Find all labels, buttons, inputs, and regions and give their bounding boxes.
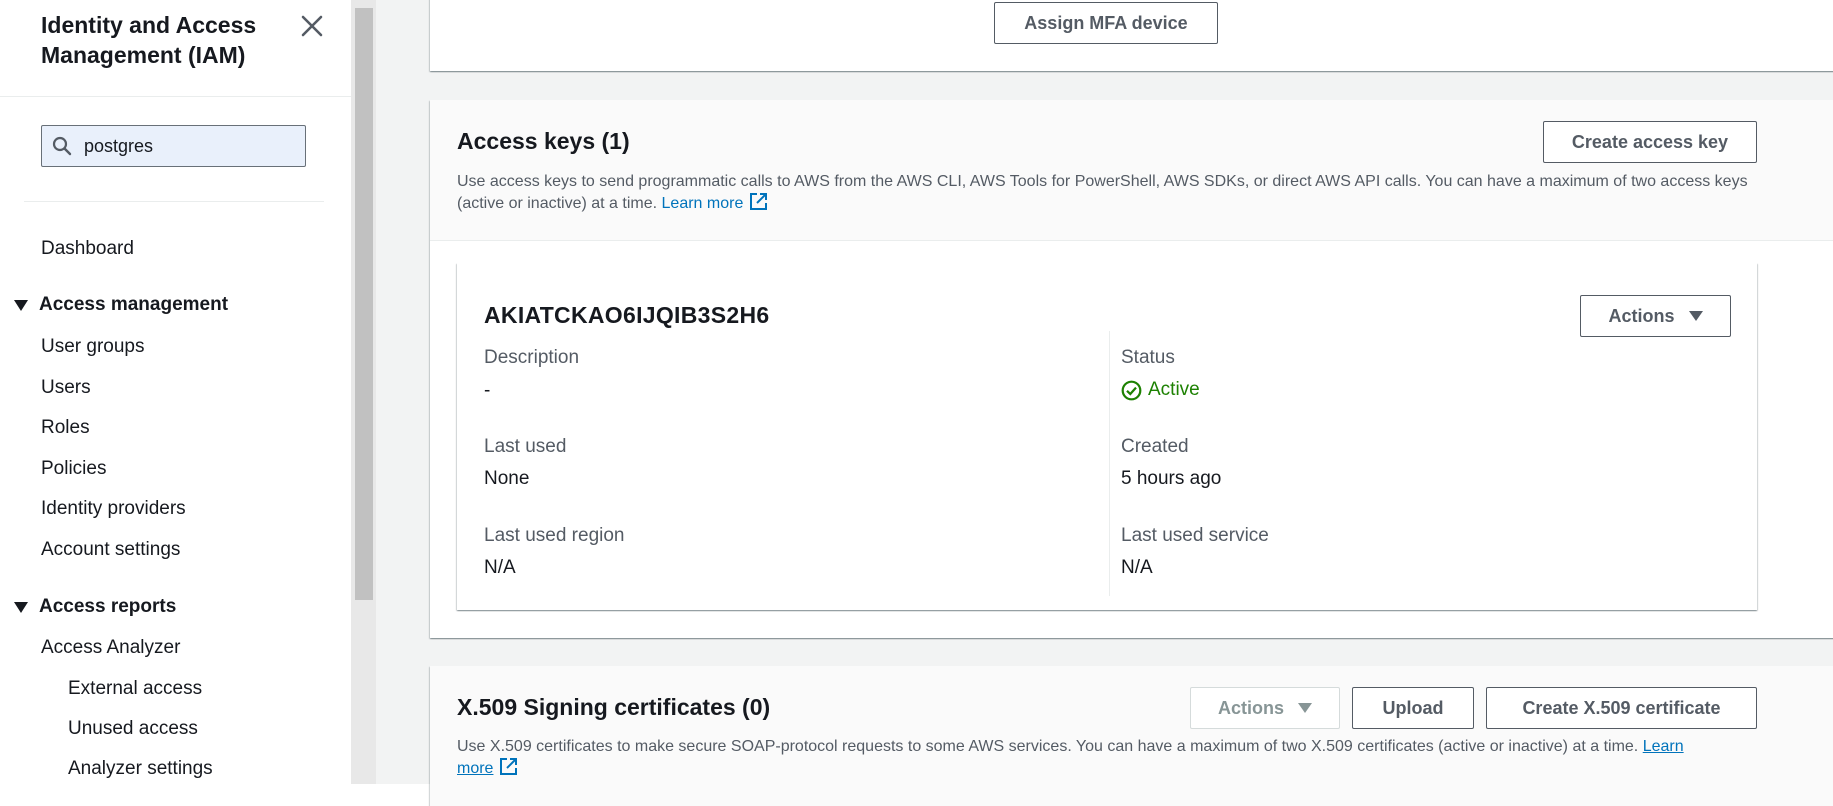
sidebar-item-policies[interactable]: Policies (41, 458, 106, 480)
learn-more-link-cont[interactable]: more (457, 760, 493, 777)
sidebar-item-account-settings[interactable]: Account settings (41, 539, 180, 561)
external-link-icon[interactable] (499, 757, 518, 782)
access-keys-card: Access keys (1) Create access key Use ac… (430, 100, 1833, 638)
column-divider (1109, 331, 1110, 596)
section-access-reports[interactable]: Access reports (14, 596, 176, 618)
last-used-value: None (484, 468, 530, 489)
last-used-region-label: Last used region (484, 525, 625, 546)
search-icon (52, 136, 72, 156)
description-label: Description (484, 347, 580, 368)
caret-down-icon (14, 601, 28, 613)
sidebar-item-roles[interactable]: Roles (41, 417, 90, 439)
create-access-key-button[interactable]: Create access key (1543, 121, 1757, 163)
sidebar-item-external-access[interactable]: External access (68, 678, 202, 700)
description-text: Use X.509 certificates to make secure SO… (457, 738, 1639, 755)
check-circle-icon (1121, 380, 1142, 400)
last-used-label: Last used (484, 436, 567, 457)
close-icon[interactable] (298, 12, 326, 40)
mfa-card: Assign MFA device (430, 0, 1833, 71)
last-used-region-value: N/A (484, 557, 516, 578)
actions-label: Actions (1217, 697, 1284, 718)
x509-title: X.509 Signing certificates (0) (457, 694, 771, 720)
status-value: Active (1148, 379, 1200, 400)
external-link-icon[interactable] (749, 192, 768, 217)
scrollbar-thumb[interactable] (355, 8, 373, 600)
create-x509-button[interactable]: Create X.509 certificate (1486, 687, 1757, 729)
main-content: Assign MFA device Access keys (1) Create… (376, 0, 1833, 806)
access-key-item: AKIATCKAO6IJQIB3S2H6 Actions Description… (457, 263, 1757, 610)
description-value: - (484, 380, 491, 401)
section-access-management[interactable]: Access management (14, 294, 228, 316)
learn-more-link[interactable]: Learn more (662, 195, 744, 212)
x509-description: Use X.509 certificates to make secure SO… (457, 736, 1757, 782)
caret-down-icon (1298, 703, 1312, 713)
status-badge: Active (1121, 379, 1200, 401)
sidebar: Identity and Access Management (IAM) Das… (0, 0, 352, 784)
assign-mfa-button[interactable]: Assign MFA device (994, 2, 1218, 44)
sidebar-item-user-groups[interactable]: User groups (41, 336, 145, 358)
caret-down-icon (1688, 311, 1703, 321)
x509-card: X.509 Signing certificates (0) Actions U… (430, 666, 1833, 806)
sidebar-title: Identity and Access Management (IAM) (41, 12, 257, 68)
search-box[interactable] (41, 125, 306, 167)
last-used-service-value: N/A (1121, 557, 1153, 578)
sidebar-item-access-analyzer[interactable]: Access Analyzer (41, 637, 180, 659)
description-text: Use access keys to send programmatic cal… (457, 173, 1748, 212)
search-input[interactable] (84, 132, 294, 160)
divider (24, 201, 324, 202)
sidebar-item-unused-access[interactable]: Unused access (68, 718, 198, 740)
learn-more-link[interactable]: Learn (1643, 738, 1684, 755)
access-keys-description: Use access keys to send programmatic cal… (457, 171, 1757, 217)
section-label: Access reports (39, 596, 177, 617)
caret-down-icon (14, 299, 28, 311)
sidebar-item-users[interactable]: Users (41, 377, 91, 399)
created-label: Created (1121, 436, 1189, 457)
status-label: Status (1121, 347, 1175, 368)
sidebar-item-identity-providers[interactable]: Identity providers (41, 498, 186, 520)
sidebar-item-dashboard[interactable]: Dashboard (41, 238, 134, 260)
access-key-id: AKIATCKAO6IJQIB3S2H6 (484, 302, 770, 328)
upload-button[interactable]: Upload (1352, 687, 1474, 729)
x509-actions-button[interactable]: Actions (1190, 687, 1340, 729)
last-used-service-label: Last used service (1121, 525, 1269, 546)
created-value: 5 hours ago (1121, 468, 1222, 489)
sidebar-item-analyzer-settings[interactable]: Analyzer settings (68, 758, 213, 780)
key-actions-button[interactable]: Actions (1580, 295, 1731, 337)
actions-label: Actions (1608, 305, 1675, 326)
access-keys-title: Access keys (1) (457, 128, 630, 154)
divider (0, 96, 351, 97)
section-label: Access management (39, 294, 229, 315)
